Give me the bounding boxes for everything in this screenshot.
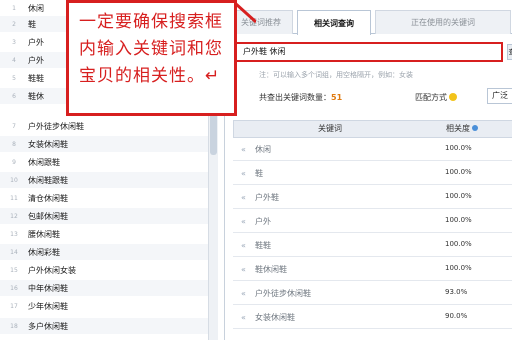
smiley-icon [449, 93, 457, 101]
list-item[interactable]: 17 少年休闲鞋 [0, 298, 208, 314]
table-row[interactable]: «户外徒步休闲鞋 93.0% [233, 282, 512, 305]
list-item[interactable]: 14 休闲彩鞋 [0, 244, 208, 260]
tab-bar: 关键词推荐 相关词查询 正在使用的关键词 [225, 8, 512, 35]
add-keyword-icon[interactable]: « [241, 193, 246, 202]
table-row[interactable]: «鞋休闲鞋 100.0% [233, 258, 512, 281]
search-button[interactable]: 查 [507, 44, 512, 60]
callout-text: 一定要确保搜索框内输入关键词和您宝贝的相关性。↵ [79, 12, 223, 86]
table-row[interactable]: «鞋鞋 100.0% [233, 234, 512, 257]
table-row[interactable]: «女装休闲鞋 90.0% [233, 306, 512, 329]
table-row[interactable]: «户外鞋 100.0% [233, 186, 512, 209]
add-keyword-icon[interactable]: « [241, 169, 246, 178]
match-mode-label: 匹配方式 [415, 92, 457, 103]
keyword-count: 共查出关键词数量：51 [259, 93, 343, 102]
table-row[interactable]: «鞋 100.0% [233, 162, 512, 185]
sort-icon[interactable] [472, 125, 478, 131]
tab-keywords-in-use[interactable]: 正在使用的关键词 [375, 10, 511, 34]
add-keyword-icon[interactable]: « [241, 145, 246, 154]
list-item[interactable]: 13 腰休闲鞋 [0, 226, 208, 242]
list-item[interactable]: 18 多户休闲鞋 [0, 318, 208, 334]
list-item[interactable]: 10 休闲鞋跟鞋 [0, 172, 208, 188]
add-keyword-icon[interactable]: « [241, 265, 246, 274]
column-relevance[interactable]: 相关度 [446, 121, 478, 137]
match-mode-select[interactable]: 广泛 [487, 88, 512, 104]
search-input[interactable]: 户外鞋 休闲 [235, 42, 503, 62]
table-header: 关键词 相关度 [233, 120, 512, 138]
keyword-query-panel: 关键词推荐 相关词查询 正在使用的关键词 户外鞋 休闲 查 注：可以输入多个词组… [224, 0, 512, 340]
table-row[interactable]: «休闲 100.0% [233, 138, 512, 161]
list-item[interactable]: 12 包邮休闲鞋 [0, 208, 208, 224]
list-item[interactable]: 11 清仓休闲鞋 [0, 190, 208, 206]
tab-related-query[interactable]: 相关词查询 [297, 10, 371, 35]
list-item[interactable]: 9 休闲跟鞋 [0, 154, 208, 170]
add-keyword-icon[interactable]: « [241, 217, 246, 226]
annotation-callout: 一定要确保搜索框内输入关键词和您宝贝的相关性。↵ [66, 0, 237, 116]
list-item[interactable]: 15 户外休闲女装 [0, 262, 208, 278]
list-item[interactable]: 8 女装休闲鞋 [0, 136, 208, 152]
search-hint: 注：可以输入多个词组，用空格隔开，例如：女装 [259, 71, 413, 79]
table-row[interactable]: «户外 100.0% [233, 210, 512, 233]
list-item[interactable]: 7 户外徒步休闲鞋 [0, 118, 208, 134]
list-item[interactable]: 16 中年休闲鞋 [0, 280, 208, 296]
add-keyword-icon[interactable]: « [241, 289, 246, 298]
add-keyword-icon[interactable]: « [241, 241, 246, 250]
add-keyword-icon[interactable]: « [241, 313, 246, 322]
column-keyword[interactable]: 关键词 [318, 121, 342, 137]
